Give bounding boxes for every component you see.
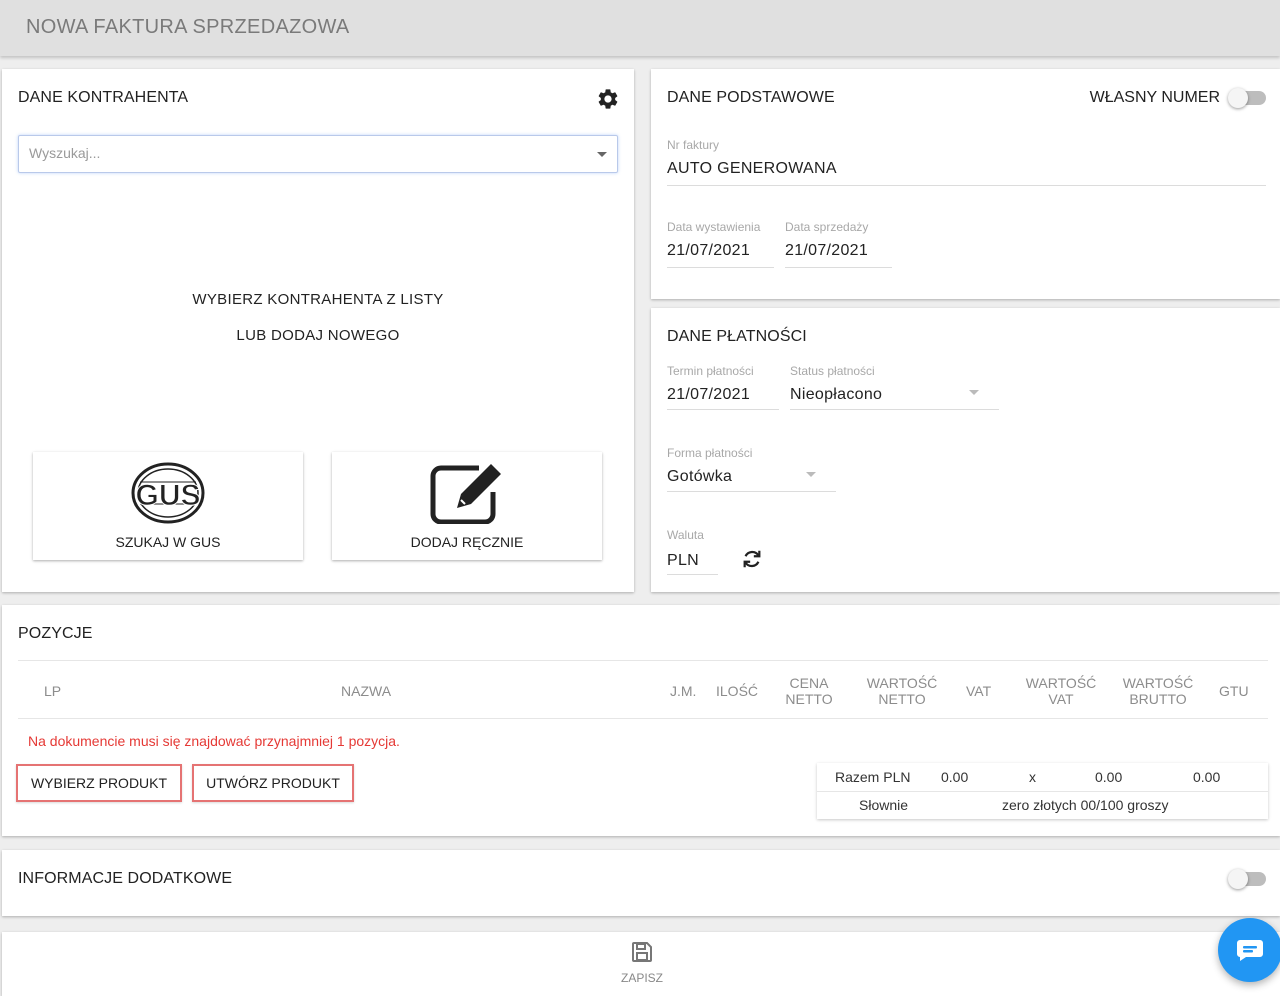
sale-date-value: 21/07/2021 bbox=[785, 242, 869, 259]
payment-method-label: Forma płatności bbox=[667, 446, 753, 460]
gus-search-label: SZUKAJ W GUS bbox=[115, 534, 221, 550]
currency-field[interactable]: Waluta PLN bbox=[667, 528, 718, 575]
additional-info-title: INFORMACJE DODATKOWE bbox=[18, 870, 233, 887]
additional-info-card: INFORMACJE DODATKOWE bbox=[2, 850, 1280, 916]
field-underline bbox=[667, 574, 718, 575]
column-unit: J.M. bbox=[670, 683, 697, 699]
create-product-button[interactable]: UTWÓRZ PRODUKT bbox=[192, 764, 354, 802]
refresh-icon[interactable] bbox=[741, 548, 763, 570]
totals-vat-rate: x bbox=[1029, 769, 1036, 785]
add-manually-button[interactable]: DODAJ RĘCZNIE bbox=[332, 452, 602, 560]
gus-search-button[interactable]: GUS SZUKAJ W GUS bbox=[33, 452, 303, 560]
save-label: ZAPISZ bbox=[620, 971, 663, 985]
column-quantity: ILOŚĆ bbox=[716, 683, 759, 699]
positions-error-message: Na dokumencie musi się znajdować przynaj… bbox=[28, 733, 400, 749]
totals-summary: Razem PLN 0.00 x 0.00 0.00 Słownie zero … bbox=[817, 763, 1268, 819]
issue-date-value: 21/07/2021 bbox=[667, 242, 751, 259]
totals-row: Razem PLN 0.00 x 0.00 0.00 bbox=[817, 763, 1268, 791]
field-underline bbox=[667, 409, 779, 410]
page-title: NOWA FAKTURA SPRZEDAZOWA bbox=[26, 16, 350, 38]
column-vat-value-line1: WARTOŚĆ bbox=[1025, 675, 1097, 691]
gear-icon[interactable] bbox=[596, 87, 620, 111]
column-vat: VAT bbox=[966, 683, 992, 699]
column-net-price-line2: NETTO bbox=[785, 691, 833, 707]
chat-button[interactable] bbox=[1218, 918, 1280, 982]
column-net-value-line1: WARTOŚĆ bbox=[866, 675, 938, 691]
payment-status-select[interactable]: Status płatności Nieopłacono bbox=[790, 364, 999, 410]
amount-in-words-row: Słownie zero złotych 00/100 groszy bbox=[817, 791, 1268, 819]
toggle-knob bbox=[1228, 869, 1248, 889]
field-underline bbox=[667, 491, 836, 492]
payment-due-value: 21/07/2021 bbox=[667, 386, 751, 403]
chevron-down-icon[interactable] bbox=[597, 152, 607, 157]
currency-value: PLN bbox=[667, 552, 700, 569]
payment-data-title: DANE PŁATNOŚCI bbox=[667, 328, 807, 345]
column-gross-value: WARTOŚĆ BRUTTO bbox=[1120, 675, 1196, 707]
column-name: NAZWA bbox=[341, 683, 392, 699]
basic-data-title: DANE PODSTAWOWE bbox=[667, 89, 835, 106]
chevron-down-icon[interactable] bbox=[969, 390, 979, 395]
totals-label: Razem PLN bbox=[835, 769, 911, 785]
column-vat-value-line2: VAT bbox=[1048, 691, 1074, 707]
contractor-search-select[interactable] bbox=[18, 135, 618, 173]
column-net-value-line2: NETTO bbox=[878, 691, 926, 707]
payment-data-card: DANE PŁATNOŚCI Termin płatności 21/07/20… bbox=[651, 308, 1280, 592]
issue-date-label: Data wystawienia bbox=[667, 220, 761, 234]
payment-method-select[interactable]: Forma płatności Gotówka bbox=[667, 446, 836, 492]
toggle-knob bbox=[1228, 88, 1248, 108]
currency-label: Waluta bbox=[667, 528, 704, 542]
payment-status-label: Status płatności bbox=[790, 364, 875, 378]
additional-info-toggle[interactable] bbox=[1228, 869, 1266, 889]
save-icon bbox=[632, 942, 652, 962]
field-underline bbox=[785, 267, 892, 268]
field-underline bbox=[667, 185, 1266, 186]
contractor-card: DANE KONTRAHENTA WYBIERZ KONTRAHENTA Z L… bbox=[2, 69, 634, 592]
payment-method-value: Gotówka bbox=[667, 468, 733, 485]
top-bar: NOWA FAKTURA SPRZEDAZOWA bbox=[0, 0, 1280, 56]
contractor-prompt-line2: LUB DODAJ NOWEGO bbox=[236, 327, 400, 344]
column-gross-value-line2: BRUTTO bbox=[1129, 691, 1187, 707]
own-number-toggle[interactable] bbox=[1228, 88, 1266, 108]
save-bar: ZAPISZ bbox=[2, 932, 1280, 996]
invoice-number-field[interactable]: Nr faktury AUTO GENEROWANA bbox=[667, 138, 1266, 186]
totals-gross: 0.00 bbox=[1193, 769, 1221, 785]
payment-due-field[interactable]: Termin płatności 21/07/2021 bbox=[667, 364, 779, 410]
contractor-search-input[interactable] bbox=[19, 136, 579, 170]
invoice-number-value: AUTO GENEROWANA bbox=[667, 160, 837, 177]
issue-date-field[interactable]: Data wystawienia 21/07/2021 bbox=[667, 220, 774, 268]
contractor-prompt-line1: WYBIERZ KONTRAHENTA Z LISTY bbox=[192, 291, 444, 308]
select-product-button[interactable]: WYBIERZ PRODUKT bbox=[16, 764, 182, 802]
save-button[interactable]: ZAPISZ bbox=[602, 940, 682, 990]
column-gtu: GTU bbox=[1219, 683, 1249, 699]
column-net-value: WARTOŚĆ NETTO bbox=[864, 675, 940, 707]
positions-card: POZYCJE LP NAZWA J.M. ILOŚĆ CENA NETTO W… bbox=[2, 605, 1280, 836]
field-underline bbox=[790, 409, 999, 410]
gus-logo-icon: GUS bbox=[131, 462, 205, 524]
column-vat-value: WARTOŚĆ VAT bbox=[1023, 675, 1099, 707]
basic-data-card: DANE PODSTAWOWE WŁASNY NUMER Nr faktury … bbox=[651, 69, 1280, 299]
totals-vat-value: 0.00 bbox=[1095, 769, 1123, 785]
edit-icon bbox=[430, 464, 501, 524]
column-lp: LP bbox=[44, 683, 62, 699]
invoice-number-label: Nr faktury bbox=[667, 138, 720, 152]
amount-in-words-label: Słownie bbox=[859, 797, 909, 813]
contractor-title: DANE KONTRAHENTA bbox=[18, 89, 189, 106]
own-number-label: WŁASNY NUMER bbox=[1089, 89, 1220, 106]
payment-due-label: Termin płatności bbox=[667, 364, 754, 378]
sale-date-label: Data sprzedaży bbox=[785, 220, 869, 234]
column-gross-value-line1: WARTOŚĆ bbox=[1122, 675, 1194, 691]
amount-in-words-value: zero złotych 00/100 groszy bbox=[1002, 797, 1169, 813]
sale-date-field[interactable]: Data sprzedaży 21/07/2021 bbox=[785, 220, 892, 268]
chevron-down-icon[interactable] bbox=[806, 472, 816, 477]
totals-net: 0.00 bbox=[941, 769, 969, 785]
column-net-price: CENA NETTO bbox=[784, 675, 834, 707]
add-manually-label: DODAJ RĘCZNIE bbox=[410, 534, 524, 550]
positions-table-header: LP NAZWA J.M. ILOŚĆ CENA NETTO WARTOŚĆ N… bbox=[18, 660, 1268, 719]
chat-icon bbox=[1237, 940, 1263, 961]
payment-status-value: Nieopłacono bbox=[790, 386, 883, 403]
svg-text:GUS: GUS bbox=[135, 479, 200, 512]
column-net-price-line1: CENA bbox=[789, 675, 829, 691]
field-underline bbox=[667, 267, 774, 268]
positions-title: POZYCJE bbox=[18, 625, 93, 642]
